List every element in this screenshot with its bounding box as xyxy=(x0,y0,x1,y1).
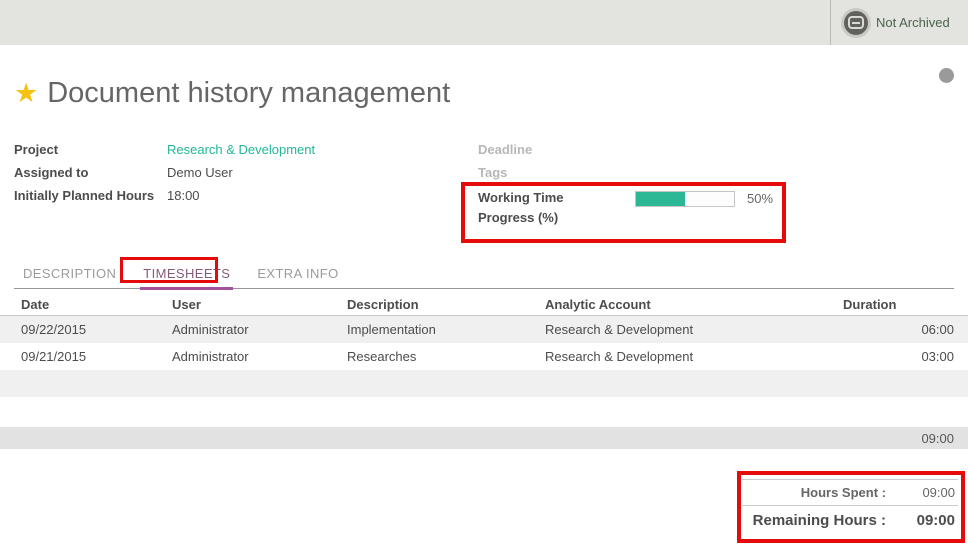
archive-toggle-button[interactable]: Not Archived xyxy=(830,0,968,45)
top-bar: Not Archived xyxy=(0,0,968,45)
progress-bar-fill xyxy=(636,192,685,206)
favorite-star-icon[interactable]: ★ xyxy=(14,77,38,109)
progress-percent-text: 50% xyxy=(747,191,773,228)
table-row[interactable]: 09/21/2015 Administrator Researches Rese… xyxy=(0,343,968,370)
cell-user: Administrator xyxy=(165,322,340,337)
column-header-user[interactable]: User xyxy=(165,297,340,312)
column-header-description[interactable]: Description xyxy=(340,297,538,312)
field-project: Project Research & Development xyxy=(14,142,454,165)
project-link[interactable]: Research & Development xyxy=(167,142,315,157)
timesheets-table: Date User Description Analytic Account D… xyxy=(0,293,968,449)
cell-duration: 03:00 xyxy=(836,349,954,364)
column-header-duration[interactable]: Duration xyxy=(836,297,954,312)
field-label-tags: Tags xyxy=(478,165,631,180)
field-label-working-time: Working Time Progress (%) xyxy=(478,188,608,228)
tab-timesheets[interactable]: TIMESHEETS xyxy=(140,263,233,290)
hours-spent-value: 09:00 xyxy=(896,485,958,500)
archive-toggle-label: Not Archived xyxy=(876,15,950,30)
cell-analytic-account: Research & Development xyxy=(538,322,836,337)
cell-analytic-account: Research & Development xyxy=(538,349,836,364)
notebook-tabs: DESCRIPTION TIMESHEETS EXTRA INFO xyxy=(14,263,954,289)
table-footer-row: 09:00 xyxy=(0,427,968,449)
duration-total: 09:00 xyxy=(836,431,954,446)
field-group-right: Deadline Tags Working Time Progress (%) … xyxy=(478,142,788,228)
cell-description: Researches xyxy=(340,349,538,364)
cell-description: Implementation xyxy=(340,322,538,337)
field-assigned-to: Assigned to Demo User xyxy=(14,165,454,188)
archive-icon xyxy=(844,11,868,35)
field-label-deadline: Deadline xyxy=(478,142,631,157)
hours-summary: Hours Spent : 09:00 Remaining Hours : 09… xyxy=(742,479,958,533)
remaining-hours-value: 09:00 xyxy=(896,512,958,529)
field-deadline: Deadline xyxy=(478,142,788,165)
table-row[interactable]: 09/22/2015 Administrator Implementation … xyxy=(0,316,968,343)
cell-date: 09/21/2015 xyxy=(14,349,165,364)
column-header-analytic-account[interactable]: Analytic Account xyxy=(538,297,836,312)
field-planned-hours: Initially Planned Hours 18:00 xyxy=(14,188,454,211)
cell-duration: 06:00 xyxy=(836,322,954,337)
cell-user: Administrator xyxy=(165,349,340,364)
planned-hours-value: 18:00 xyxy=(167,188,200,203)
remaining-hours-label: Remaining Hours : xyxy=(742,512,896,529)
field-tags: Tags xyxy=(478,165,788,188)
assigned-to-value: Demo User xyxy=(167,165,233,180)
tab-description[interactable]: DESCRIPTION xyxy=(20,263,119,288)
table-row-empty[interactable] xyxy=(0,370,968,397)
field-label-project: Project xyxy=(14,142,167,157)
title-row: ★ Document history management xyxy=(14,76,450,110)
table-header-row: Date User Description Analytic Account D… xyxy=(0,293,968,316)
page-title: Document history management xyxy=(47,76,450,110)
hours-spent-row: Hours Spent : 09:00 xyxy=(742,479,958,506)
hours-spent-label: Hours Spent : xyxy=(742,485,896,500)
field-label-planned-hours: Initially Planned Hours xyxy=(14,188,167,203)
status-dot-icon xyxy=(939,68,954,83)
progress-bar xyxy=(635,191,735,207)
tab-extra-info[interactable]: EXTRA INFO xyxy=(254,263,341,288)
field-group-left: Project Research & Development Assigned … xyxy=(14,142,454,211)
cell-date: 09/22/2015 xyxy=(14,322,165,337)
remaining-hours-row: Remaining Hours : 09:00 xyxy=(742,506,958,533)
field-label-assigned-to: Assigned to xyxy=(14,165,167,180)
field-working-time-progress: Working Time Progress (%) 50% xyxy=(478,188,788,228)
column-header-date[interactable]: Date xyxy=(14,297,165,312)
